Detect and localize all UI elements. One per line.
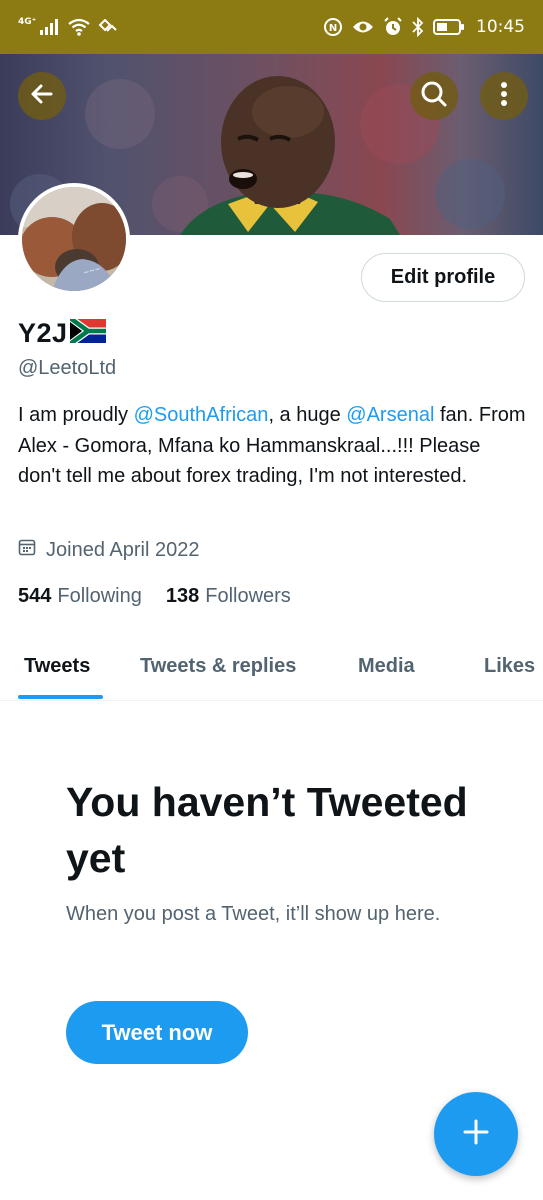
bio-text: I am proudly <box>18 404 134 426</box>
mention-link[interactable]: @Arsenal <box>346 404 434 426</box>
calendar-icon <box>18 538 36 562</box>
data-saver-icon <box>98 19 118 35</box>
more-vertical-icon <box>500 81 508 112</box>
mention-link[interactable]: @SouthAfrican <box>134 404 269 426</box>
follow-stats: 544 Following 138 Followers <box>18 585 291 608</box>
more-options-button[interactable] <box>480 72 528 120</box>
back-button[interactable] <box>18 72 66 120</box>
bluetooth-icon <box>412 17 424 37</box>
display-name: Y2J <box>18 318 68 348</box>
tab-tweets[interactable]: Tweets <box>24 632 90 700</box>
empty-state-subtitle: When you post a Tweet, it’ll show up her… <box>66 903 441 925</box>
network-type-label: 4G⁺ <box>18 17 37 27</box>
followers-label: Followers <box>205 585 291 607</box>
search-button[interactable] <box>410 72 458 120</box>
display-name-row: Y2J <box>18 315 106 349</box>
alarm-icon <box>383 17 403 37</box>
following-count: 544 <box>18 585 52 607</box>
avatar-photo: ~~~ <box>22 187 126 291</box>
empty-state-title: You haven’t Tweeted yet <box>66 779 468 881</box>
compose-tweet-fab[interactable] <box>434 1092 518 1176</box>
tab-media[interactable]: Media <box>358 632 415 700</box>
joined-date: Joined April 2022 <box>18 538 199 562</box>
battery-icon <box>433 19 465 35</box>
tab-likes[interactable]: Likes <box>484 632 535 700</box>
followers-count: 138 <box>165 585 200 607</box>
bio-text: , a huge <box>268 404 347 426</box>
eye-comfort-icon <box>352 19 374 35</box>
followers-link[interactable]: 138 Followers <box>166 585 291 608</box>
tweet-now-button[interactable]: Tweet now <box>66 1001 248 1064</box>
active-tab-indicator <box>18 695 103 699</box>
following-label: Following <box>57 585 142 607</box>
status-bar: 4G⁺ N 10:45 <box>0 0 543 54</box>
plus-icon <box>463 1119 489 1150</box>
nfc-icon: N <box>323 17 343 37</box>
wifi-icon <box>68 18 91 36</box>
profile-tabs: Tweets Tweets & replies Media Likes <box>0 632 543 701</box>
profile-bio: I am proudly @SouthAfrican, a huge @Arse… <box>18 400 528 492</box>
user-handle: @LeetoLtd <box>18 357 117 379</box>
clock-time: 10:45 <box>476 17 525 37</box>
search-icon <box>420 80 448 113</box>
signal-icon <box>40 19 60 35</box>
profile-avatar[interactable]: ~~~ <box>18 183 130 295</box>
arrow-left-icon <box>29 81 55 112</box>
svg-text:N: N <box>329 23 337 34</box>
south-africa-flag-icon <box>67 315 106 348</box>
following-link[interactable]: 544 Following <box>18 585 142 608</box>
edit-profile-button[interactable]: Edit profile <box>361 253 525 302</box>
tab-tweets-and-replies[interactable]: Tweets & replies <box>140 632 296 700</box>
joined-label: Joined April 2022 <box>46 538 200 561</box>
